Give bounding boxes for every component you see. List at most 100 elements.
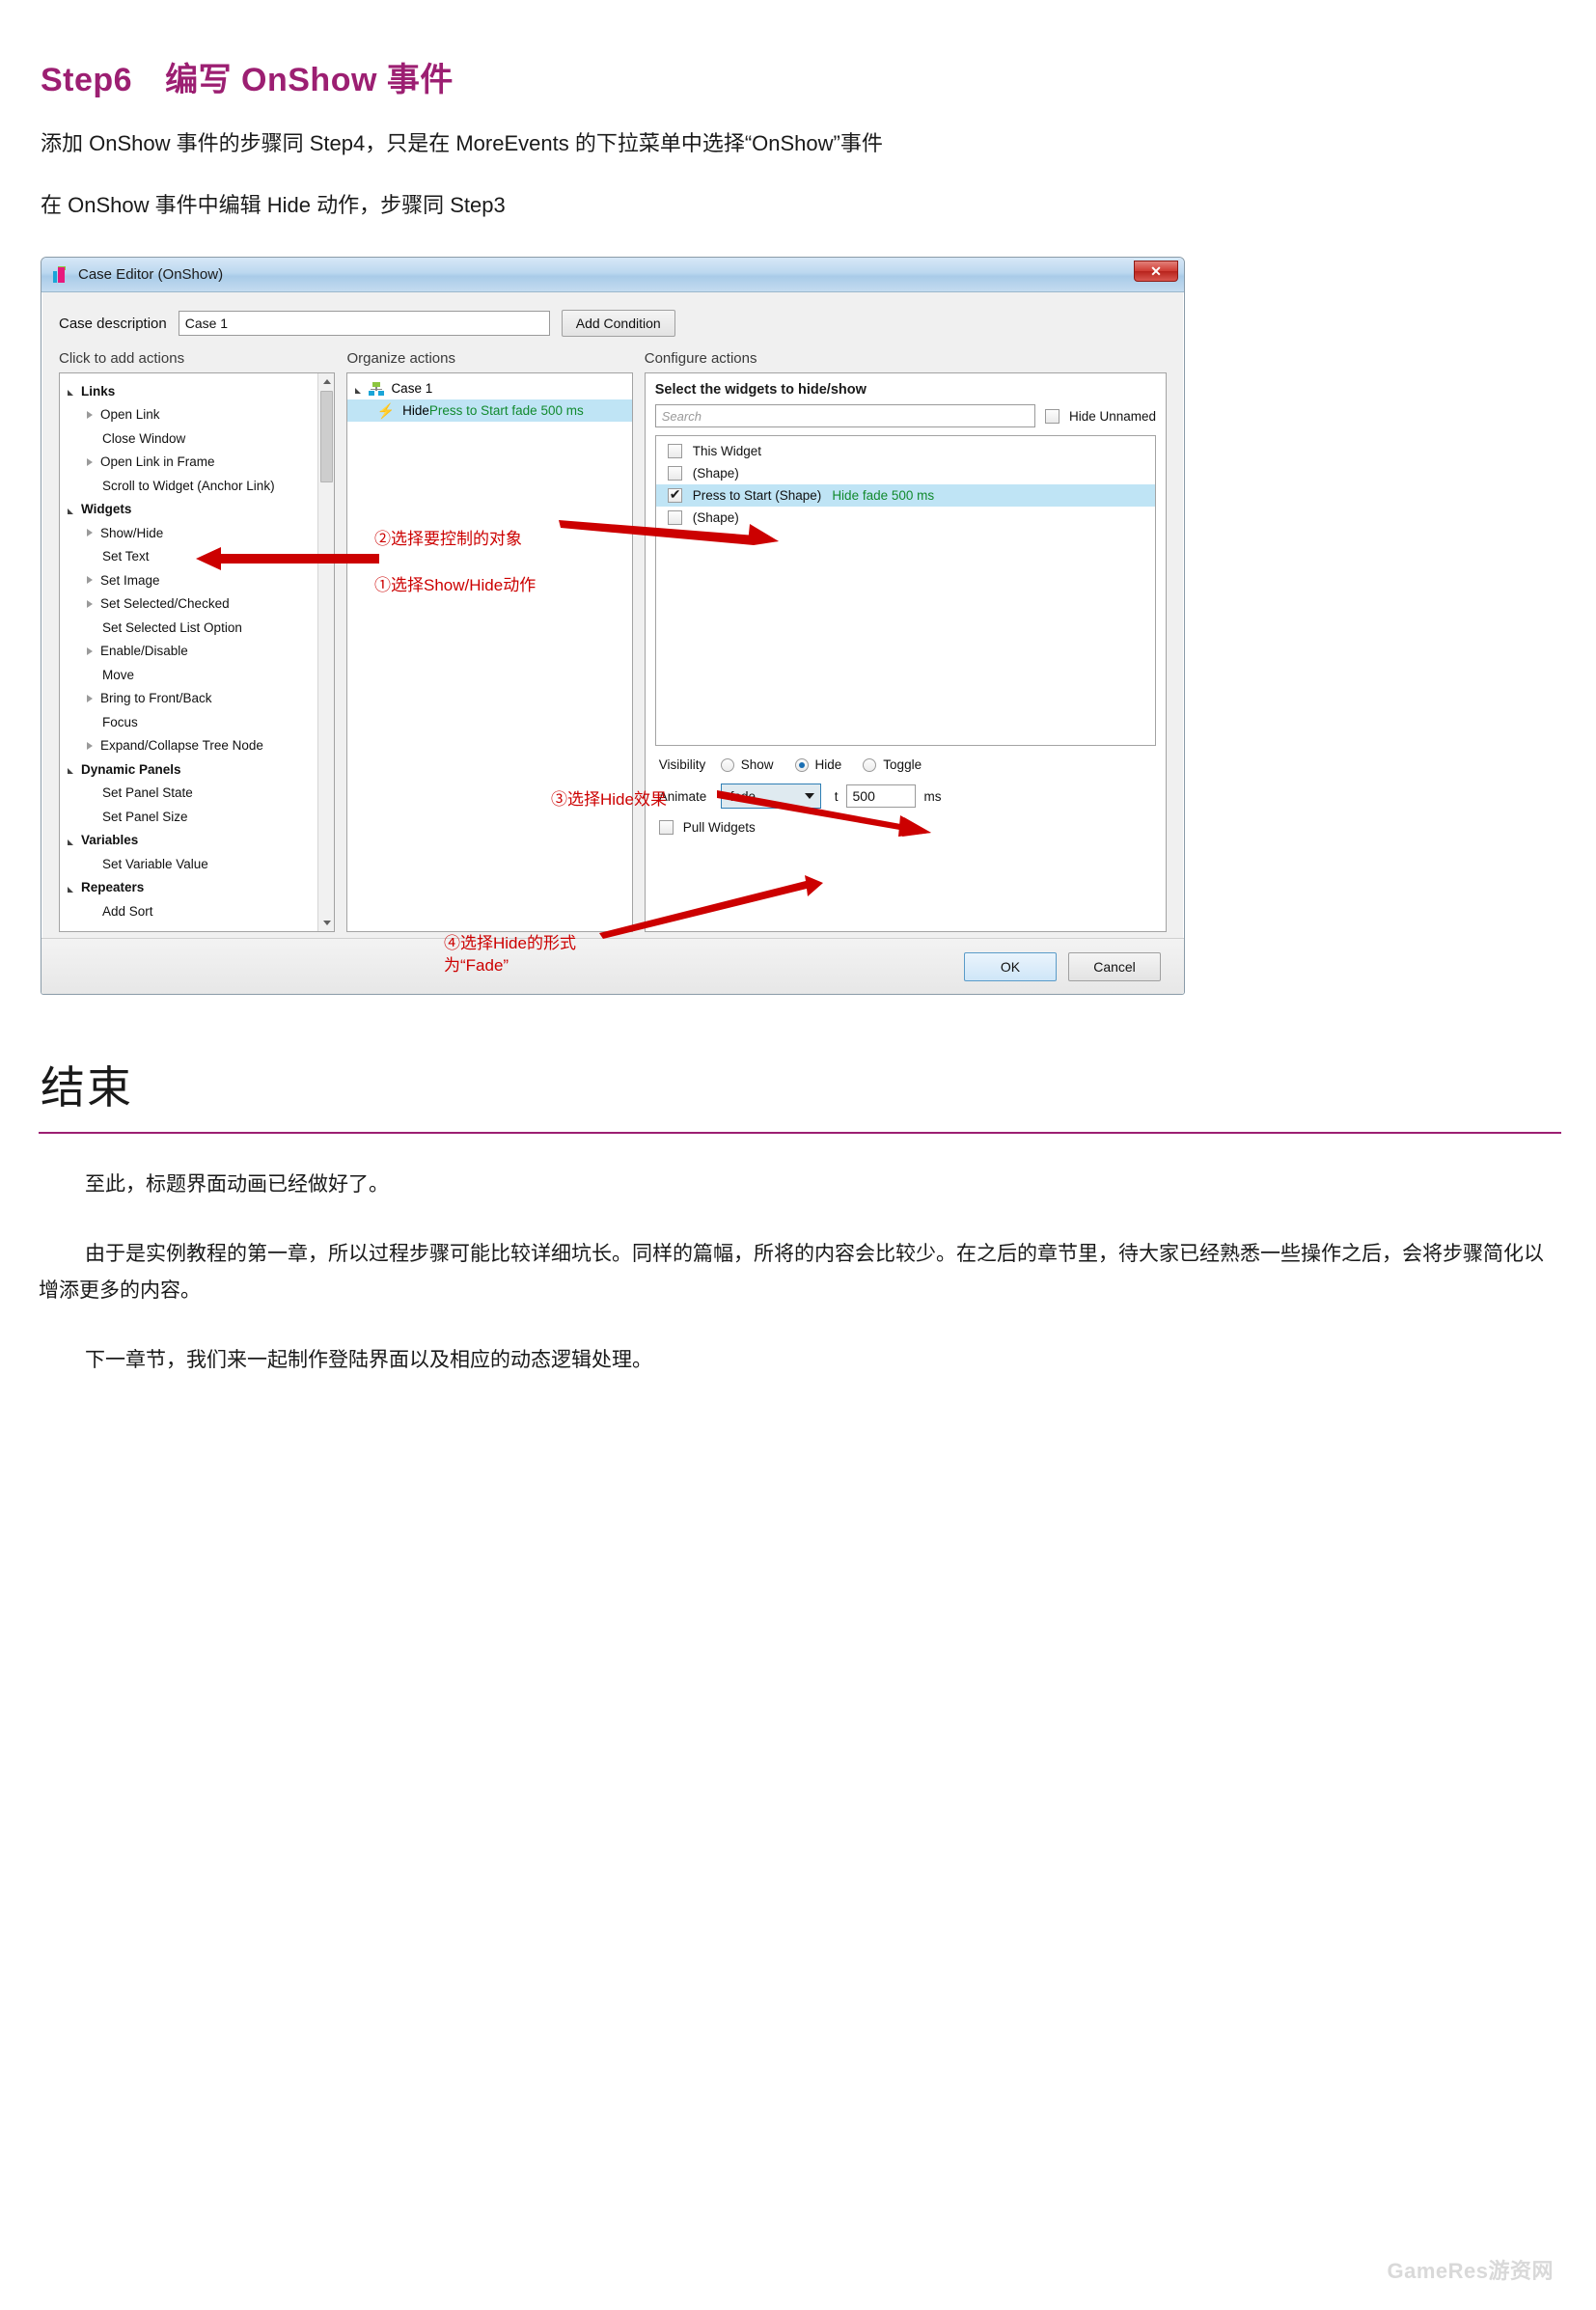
- caret-down-icon[interactable]: [68, 390, 73, 397]
- actions-tree[interactable]: Links Open Link Close Window Open Link in F…: [59, 372, 336, 933]
- caret-right-icon[interactable]: [87, 410, 93, 419]
- action-tree-item[interactable]: Bring to Front/Back: [60, 687, 334, 711]
- widget-list-row[interactable]: This Widget: [656, 440, 1155, 462]
- action-tree-item[interactable]: Scroll to Widget (Anchor Link): [60, 474, 334, 498]
- configure-panel-title: Select the widgets to hide/show: [654, 382, 867, 399]
- widget-checkbox[interactable]: [667, 466, 682, 481]
- dialog-titlebar: Case Editor (OnShow) ✕: [41, 258, 1184, 293]
- middle-column-header: Organize actions: [346, 350, 455, 368]
- action-tree-item[interactable]: Dynamic Panels: [60, 757, 334, 782]
- action-tree-item[interactable]: Show/Hide: [60, 521, 334, 545]
- caret-down-icon[interactable]: [68, 768, 73, 775]
- caret-right-icon[interactable]: [87, 694, 93, 702]
- search-input[interactable]: Search: [654, 404, 1035, 428]
- action-tree-item-label: Bring to Front/Back: [100, 691, 212, 706]
- action-tree-item[interactable]: Close Window: [60, 426, 334, 451]
- scroll-up-icon[interactable]: [318, 373, 335, 391]
- action-tree-item[interactable]: Variables: [60, 829, 334, 853]
- case-description-input[interactable]: Case 1: [178, 311, 550, 337]
- caret-right-icon[interactable]: [87, 529, 93, 537]
- visibility-option-hide[interactable]: Hide: [794, 757, 842, 773]
- action-tree-item[interactable]: Set Image: [60, 568, 334, 592]
- action-tree-item[interactable]: Open Link: [60, 403, 334, 427]
- action-tree-item[interactable]: Set Selected/Checked: [60, 592, 334, 617]
- add-condition-button[interactable]: Add Condition: [561, 310, 675, 338]
- ok-button[interactable]: OK: [964, 951, 1057, 981]
- cancel-button[interactable]: Cancel: [1068, 951, 1161, 981]
- actions-tree-scrollbar[interactable]: [317, 373, 335, 932]
- caret-right-icon[interactable]: [87, 646, 93, 655]
- visibility-option-toggle[interactable]: Toggle: [863, 757, 922, 772]
- watermark: GameRes游资网: [1387, 2259, 1554, 2283]
- right-column-header: Configure actions: [644, 350, 757, 368]
- end-paragraph-2: 由于是实例教程的第一章，所以过程步骤可能比较详细坑长。同样的篇幅，所将的内容会比…: [39, 1242, 1544, 1302]
- scroll-down-icon[interactable]: [318, 915, 335, 932]
- dialog-title: Case Editor (OnShow): [78, 266, 224, 284]
- annotation-1: ①选择Show/Hide动作: [374, 576, 537, 595]
- visibility-option-show[interactable]: Show: [720, 757, 774, 773]
- action-tree-item[interactable]: Focus: [60, 710, 334, 734]
- case-node-row[interactable]: Case 1: [347, 377, 631, 399]
- action-tree-item[interactable]: Repeaters: [60, 876, 334, 900]
- scroll-thumb[interactable]: [320, 391, 334, 483]
- widget-checkbox[interactable]: [667, 444, 682, 459]
- visibility-option-show-label: Show: [740, 757, 774, 773]
- caret-down-icon[interactable]: [68, 886, 73, 893]
- visibility-option-toggle-label: Toggle: [883, 757, 922, 773]
- caret-right-icon[interactable]: [87, 741, 93, 750]
- step-label: Step6: [41, 62, 133, 98]
- organize-actions-column: Organize actions Case 1 ⚡ Hide Press to …: [346, 350, 633, 933]
- action-tree-item-label: Set Image: [100, 572, 160, 588]
- action-tree-item[interactable]: Expand/Collapse Tree Node: [60, 734, 334, 758]
- action-row[interactable]: ⚡ Hide Press to Start fade 500 ms: [347, 399, 632, 423]
- action-tree-item-label: Dynamic Panels: [81, 761, 181, 777]
- case-description-label: Case description: [59, 315, 167, 332]
- action-tree-item[interactable]: Widgets: [60, 498, 334, 522]
- caret-right-icon[interactable]: [87, 599, 93, 608]
- caret-down-icon[interactable]: [68, 508, 73, 514]
- action-tree-item-label: Repeaters: [81, 880, 145, 895]
- action-tree-item[interactable]: Links: [60, 379, 334, 403]
- action-tree-item-label: Set Selected List Option: [102, 619, 242, 635]
- end-paragraph-3: 下一章节，我们来一起制作登陆界面以及相应的动态逻辑处理。: [85, 1348, 652, 1371]
- widget-list-row[interactable]: (Shape): [656, 462, 1155, 484]
- caret-down-icon[interactable]: [68, 839, 73, 845]
- widget-action-summary: Hide fade 500 ms: [832, 488, 935, 504]
- close-icon[interactable]: ✕: [1134, 261, 1178, 283]
- visibility-option-hide-label: Hide: [814, 757, 842, 773]
- action-tree-item[interactable]: Open Link in Frame: [60, 451, 334, 475]
- sitemap-icon: [369, 381, 385, 396]
- action-tree-item-label: Links: [81, 383, 116, 399]
- widget-list-row[interactable]: Press to Start (Shape) Hide fade 500 ms: [655, 484, 1156, 508]
- action-tree-item-label: Add Sort: [102, 903, 153, 919]
- action-tree-item[interactable]: Move: [60, 663, 334, 687]
- action-tree-item[interactable]: Add Sort: [60, 899, 334, 923]
- section-divider: [39, 1132, 1561, 1135]
- pull-widgets-checkbox[interactable]: [658, 820, 674, 836]
- caret-right-icon[interactable]: [87, 457, 93, 466]
- action-tree-item-label: Show/Hide: [100, 525, 164, 540]
- action-tree-item[interactable]: Set Panel State: [60, 782, 334, 806]
- action-tree-item[interactable]: Set Panel Size: [60, 805, 334, 829]
- arrow-to-animate-select: [599, 875, 823, 940]
- caret-right-icon[interactable]: [87, 576, 93, 585]
- dialog-columns: Click to add actions Links Open Link Close…: [55, 350, 1170, 933]
- document-page: Step6 编写 OnShow 事件 添加 OnShow 事件的步骤同 Step4…: [0, 53, 1596, 1378]
- action-tree-item-label: Set Variable Value: [102, 856, 208, 871]
- widget-label: (Shape): [692, 466, 739, 481]
- action-tree-item[interactable]: Set Selected List Option: [60, 616, 334, 640]
- widget-checkbox[interactable]: [667, 486, 682, 504]
- action-tree-item[interactable]: Set Variable Value: [60, 852, 334, 876]
- left-column-header: Click to add actions: [59, 350, 185, 368]
- action-tree-item-label: Open Link in Frame: [100, 454, 215, 470]
- case-node-label: Case 1: [391, 381, 433, 397]
- action-tree-item[interactable]: Enable/Disable: [60, 640, 334, 664]
- organize-actions-list[interactable]: Case 1 ⚡ Hide Press to Start fade 500 ms: [346, 372, 633, 933]
- hide-unnamed-checkbox[interactable]: [1044, 408, 1059, 424]
- action-tree-item-label: Set Text: [102, 549, 150, 564]
- end-paragraph-1: 至此，标题界面动画已经做好了。: [85, 1173, 389, 1196]
- axure-app-icon: [53, 266, 69, 284]
- widget-search-row: Search Hide Unnamed: [646, 404, 1166, 435]
- widget-list[interactable]: This Widget (Shape) Press to Start (Shape)…: [654, 435, 1157, 747]
- action-tree-item-label: Expand/Collapse Tree Node: [100, 738, 263, 754]
